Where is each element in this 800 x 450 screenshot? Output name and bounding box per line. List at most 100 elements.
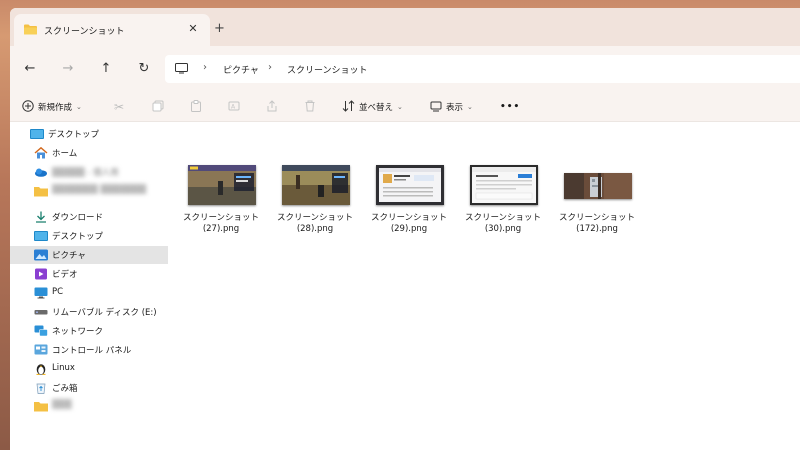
video-icon	[34, 268, 48, 280]
sort-label: 並べ替え	[359, 103, 394, 113]
home-icon	[34, 146, 48, 159]
sidebar-item-onedrive[interactable]: ▒▒▒▒▒ - 個人用	[10, 163, 168, 181]
scissors-icon: ✂	[114, 100, 125, 114]
up-arrow-icon[interactable]: ↑	[96, 60, 116, 78]
sidebar-item-label: ▒▒▒	[52, 400, 72, 410]
cut-button[interactable]: ✂	[114, 92, 124, 122]
file-name-line: スクリーンショット	[464, 213, 542, 223]
sidebar-item-removable-disk[interactable]: リムーバブル ディスク (E:)	[10, 303, 168, 321]
breadcrumb-separator[interactable]: ›	[203, 62, 207, 73]
thumbnail-image	[376, 165, 444, 205]
sidebar-item-label: Linux	[52, 363, 75, 373]
sidebar-item-recycle-bin[interactable]: ごみ箱	[10, 379, 168, 397]
view-button[interactable]: 表示 ⌄	[430, 92, 473, 122]
sidebar-item-home[interactable]: ホーム	[10, 144, 168, 162]
file-item[interactable]: スクリーンショット (28).png	[271, 163, 359, 238]
network-icon	[34, 325, 48, 337]
plus-circle-icon	[22, 99, 34, 115]
sidebar-item-network[interactable]: ネットワーク	[10, 322, 168, 340]
more-options-button[interactable]: •••	[500, 92, 520, 122]
folder-icon	[34, 185, 48, 197]
view-label: 表示	[446, 103, 464, 113]
copy-icon	[152, 100, 164, 115]
new-tab-button[interactable]: +	[214, 22, 225, 36]
tab-screenshots[interactable]: スクリーンショット ✕	[14, 14, 210, 46]
desktop-icon	[34, 230, 48, 242]
sidebar-item-label: ごみ箱	[52, 384, 78, 394]
linux-icon	[34, 363, 48, 376]
sidebar-item-label: ネットワーク	[52, 327, 104, 337]
file-name-line: スクリーンショット	[276, 213, 354, 223]
rename-button[interactable]: A	[228, 92, 240, 122]
breadcrumb-screenshots[interactable]: スクリーンショット	[287, 63, 368, 76]
chevron-down-icon: ⌄	[467, 103, 473, 111]
navigation-bar: ← → ↑ ↻ › ピクチャ › スクリーンショット	[10, 46, 800, 92]
thumbnail-image	[282, 165, 350, 205]
sidebar-item-downloads[interactable]: ダウンロード	[10, 208, 168, 226]
back-arrow-icon[interactable]: ←	[20, 60, 40, 78]
file-name-ext: (27).png	[202, 224, 240, 234]
sidebar-item-label: ピクチャ	[52, 251, 86, 261]
paste-button[interactable]	[190, 92, 202, 122]
thumbnail-image	[470, 165, 538, 205]
file-name-line: スクリーンショット	[182, 213, 260, 223]
navigation-pane: デスクトップ ホーム ▒▒▒▒▒ - 個人用 ▒▒▒▒▒▒▒ ▒▒▒▒▒▒▒ ダ…	[10, 123, 168, 450]
close-icon[interactable]: ✕	[185, 21, 201, 37]
sidebar-item-folder-2[interactable]: ▒▒▒	[10, 397, 168, 415]
folder-icon	[34, 400, 48, 412]
sidebar-item-pc[interactable]: PC	[10, 284, 168, 302]
sidebar-item-control-panel[interactable]: コントロール パネル	[10, 341, 168, 359]
new-button[interactable]: 新規作成 ⌄	[22, 92, 82, 122]
sort-button[interactable]: 並べ替え ⌄	[342, 92, 403, 122]
file-name-ext: (29).png	[390, 224, 428, 234]
share-button[interactable]	[266, 92, 278, 122]
address-bar[interactable]: › ピクチャ › スクリーンショット	[165, 55, 800, 83]
sidebar-item-label: PC	[52, 287, 64, 297]
download-icon	[34, 211, 48, 223]
command-bar: 新規作成 ⌄ ✂ A 並べ替え ⌄ 表示 ⌄ •••	[10, 92, 800, 122]
cloud-icon	[34, 166, 48, 178]
sidebar-item-videos[interactable]: ビデオ	[10, 265, 168, 283]
sidebar-item-label: ▒▒▒▒▒▒▒ ▒▒▒▒▒▒▒	[52, 185, 147, 195]
chevron-down-icon: ⌄	[397, 103, 403, 111]
file-name-ext: (28).png	[296, 224, 334, 234]
drive-icon	[34, 306, 48, 318]
forward-arrow-icon[interactable]: →	[58, 60, 78, 78]
sidebar-item-folder[interactable]: ▒▒▒▒▒▒▒ ▒▒▒▒▒▒▒	[10, 182, 168, 200]
trash-icon	[304, 100, 316, 115]
breadcrumb-pictures[interactable]: ピクチャ	[223, 63, 259, 76]
chevron-down-icon: ⌄	[76, 103, 82, 111]
file-item[interactable]: スクリーンショット (29).png	[365, 163, 453, 238]
clipboard-icon	[190, 99, 202, 115]
file-name-ext: (30).png	[484, 224, 522, 234]
sidebar-item-desktop[interactable]: デスクトップ	[10, 125, 168, 143]
delete-button[interactable]	[304, 92, 316, 122]
file-item[interactable]: スクリーンショット (172).png	[553, 163, 641, 238]
copy-button[interactable]	[152, 92, 164, 122]
sidebar-item-label: デスクトップ	[52, 232, 104, 242]
svg-text:A: A	[231, 103, 236, 110]
sidebar-item-label: ダウンロード	[52, 213, 104, 223]
more-icon: •••	[500, 102, 521, 112]
sidebar-item-label: デスクトップ	[48, 130, 100, 140]
view-icon	[430, 100, 442, 115]
file-item[interactable]: スクリーンショット (30).png	[459, 163, 547, 238]
file-name-line: スクリーンショット	[370, 213, 448, 223]
tab-strip: スクリーンショット ✕ +	[10, 8, 800, 46]
pc-icon[interactable]	[175, 63, 188, 77]
sidebar-item-label: コントロール パネル	[52, 346, 132, 356]
sidebar-item-label: ▒▒▒▒▒ - 個人用	[52, 168, 119, 178]
refresh-icon[interactable]: ↻	[134, 60, 154, 78]
sidebar-item-linux[interactable]: Linux	[10, 360, 168, 378]
folder-icon	[24, 24, 37, 38]
sidebar-item-desktop-2[interactable]: デスクトップ	[10, 227, 168, 245]
content-area: デスクトップ ホーム ▒▒▒▒▒ - 個人用 ▒▒▒▒▒▒▒ ▒▒▒▒▒▒▒ ダ…	[10, 123, 800, 450]
breadcrumb-separator[interactable]: ›	[268, 62, 272, 73]
file-item[interactable]: スクリーンショット (27).png	[177, 163, 265, 238]
desktop-icon	[30, 128, 44, 140]
thumbnail-image	[188, 165, 256, 205]
sidebar-item-pictures[interactable]: ピクチャ	[10, 246, 168, 264]
sidebar-item-label: リムーバブル ディスク (E:)	[52, 308, 157, 318]
pictures-icon	[34, 249, 48, 261]
sidebar-item-label: ホーム	[52, 149, 78, 159]
